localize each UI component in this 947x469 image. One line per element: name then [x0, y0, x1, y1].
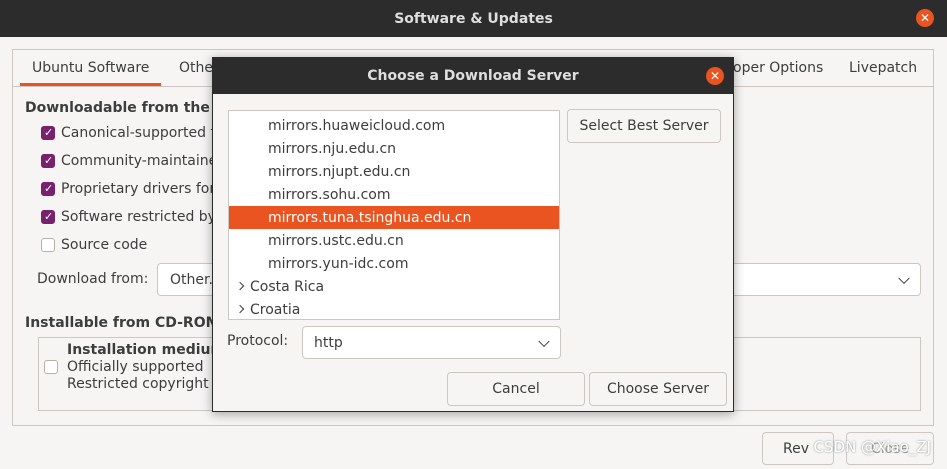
- chevron-right-icon[interactable]: [235, 304, 245, 314]
- window-close-button[interactable]: ✕: [916, 9, 934, 27]
- close-icon: ✕: [709, 69, 721, 83]
- chevron-down-icon: [538, 335, 550, 347]
- choose-server-dialog: Choose a Download Server ✕ mirrors.huawe…: [212, 57, 734, 412]
- window-title: Software & Updates: [394, 10, 553, 27]
- chevron-right-icon[interactable]: [235, 281, 245, 291]
- server-item[interactable]: mirrors.sohu.com: [229, 183, 559, 206]
- server-list[interactable]: mirrors.huaweicloud.com mirrors.nju.edu.…: [228, 110, 560, 320]
- server-item-selected[interactable]: mirrors.tuna.tsinghua.edu.cn: [229, 206, 559, 229]
- dialog-close-button[interactable]: ✕: [706, 67, 724, 85]
- select-best-server-button[interactable]: Select Best Server: [567, 109, 721, 143]
- server-item[interactable]: mirrors.yun-idc.com: [229, 252, 559, 275]
- protocol-value: http: [314, 334, 343, 351]
- protocol-combo[interactable]: http: [302, 326, 561, 359]
- server-item[interactable]: mirrors.ustc.edu.cn: [229, 229, 559, 252]
- dialog-titlebar: Choose a Download Server: [213, 58, 733, 94]
- server-item[interactable]: mirrors.huaweicloud.com: [229, 114, 559, 137]
- server-item[interactable]: mirrors.nju.edu.cn: [229, 137, 559, 160]
- choose-server-button[interactable]: Choose Server: [589, 372, 727, 406]
- cancel-button[interactable]: Cancel: [447, 372, 585, 406]
- close-icon: ✕: [919, 11, 931, 25]
- protocol-label: Protocol:: [227, 333, 289, 349]
- server-item[interactable]: mirrors.njupt.edu.cn: [229, 160, 559, 183]
- country-item[interactable]: Costa Rica: [229, 275, 559, 298]
- dialog-title: Choose a Download Server: [367, 68, 579, 84]
- select-best-server-label: Select Best Server: [579, 118, 709, 134]
- choose-server-button-label: Choose Server: [606, 381, 710, 397]
- cancel-button-label: Cancel: [492, 381, 540, 397]
- country-item[interactable]: Croatia: [229, 298, 559, 319]
- window-titlebar: Software & Updates: [0, 0, 947, 37]
